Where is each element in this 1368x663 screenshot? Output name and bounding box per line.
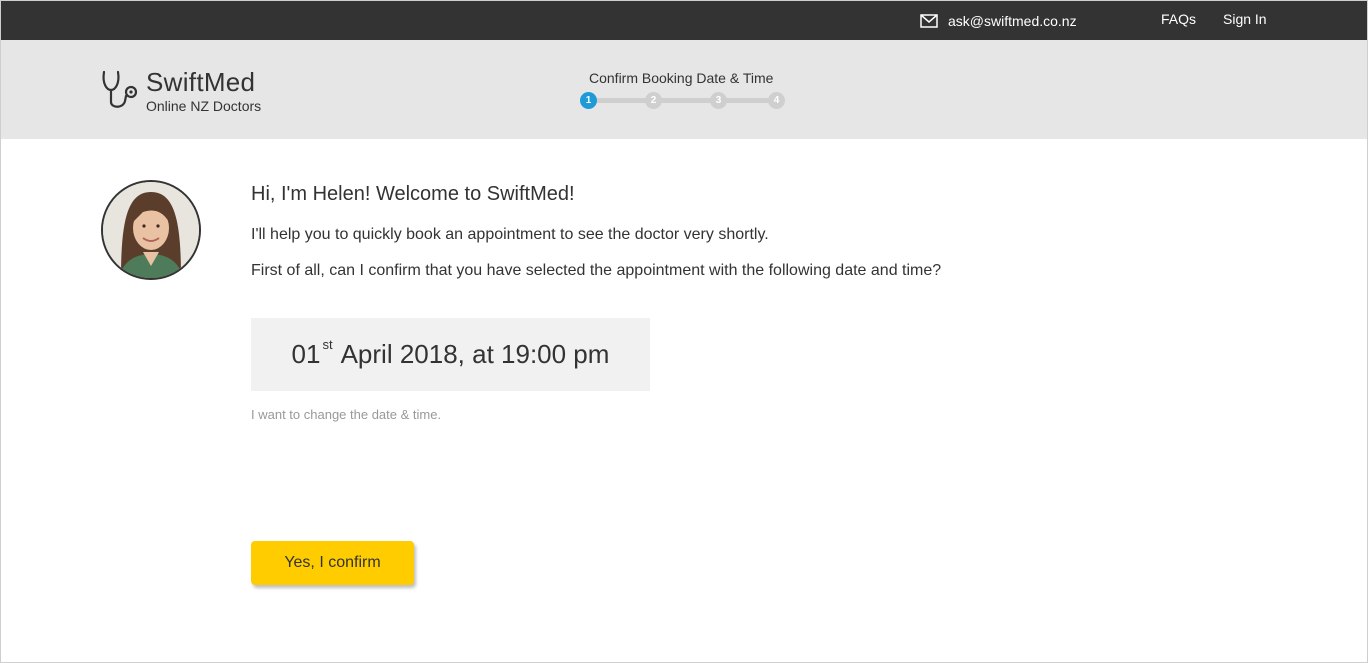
appointment-datetime: 01 st April 2018, at 19:00 pm — [251, 318, 650, 391]
date-day: 01 — [291, 339, 321, 369]
intro-text: I'll help you to quickly book an appoint… — [251, 226, 769, 243]
step-3: 3 — [710, 92, 727, 109]
faqs-link[interactable]: FAQs — [1161, 11, 1196, 27]
top-bar: ask@swiftmed.co.nz FAQs Sign In — [1, 1, 1367, 40]
brand-logo[interactable]: SwiftMed Online NZ Doctors — [101, 68, 261, 114]
stethoscope-icon — [102, 70, 138, 108]
header: SwiftMed Online NZ Doctors Confirm Booki… — [1, 40, 1367, 139]
change-datetime-link[interactable]: I want to change the date & time. — [251, 407, 441, 422]
page-frame: ask@swiftmed.co.nz FAQs Sign In SwiftMed… — [0, 0, 1368, 663]
progress-track — [589, 98, 779, 103]
avatar-image — [103, 182, 199, 278]
envelope-icon — [920, 14, 938, 28]
confirm-question: First of all, can I confirm that you hav… — [251, 262, 942, 279]
email-link[interactable]: ask@swiftmed.co.nz — [920, 11, 1077, 31]
sign-in-link[interactable]: Sign In — [1223, 11, 1267, 27]
confirm-button[interactable]: Yes, I confirm — [251, 541, 414, 585]
progress-title: Confirm Booking Date & Time — [589, 70, 774, 86]
email-text: ask@swiftmed.co.nz — [948, 13, 1077, 29]
brand-name: SwiftMed — [146, 67, 256, 97]
brand-tagline: Online NZ Doctors — [146, 98, 262, 114]
helen-avatar — [101, 180, 201, 280]
date-suffix: st — [322, 337, 333, 352]
greeting-heading: Hi, I'm Helen! Welcome to SwiftMed! — [251, 183, 575, 205]
date-rest: April 2018, at 19:00 pm — [340, 339, 610, 369]
step-2: 2 — [645, 92, 662, 109]
step-4: 4 — [768, 92, 785, 109]
step-1: 1 — [580, 92, 597, 109]
